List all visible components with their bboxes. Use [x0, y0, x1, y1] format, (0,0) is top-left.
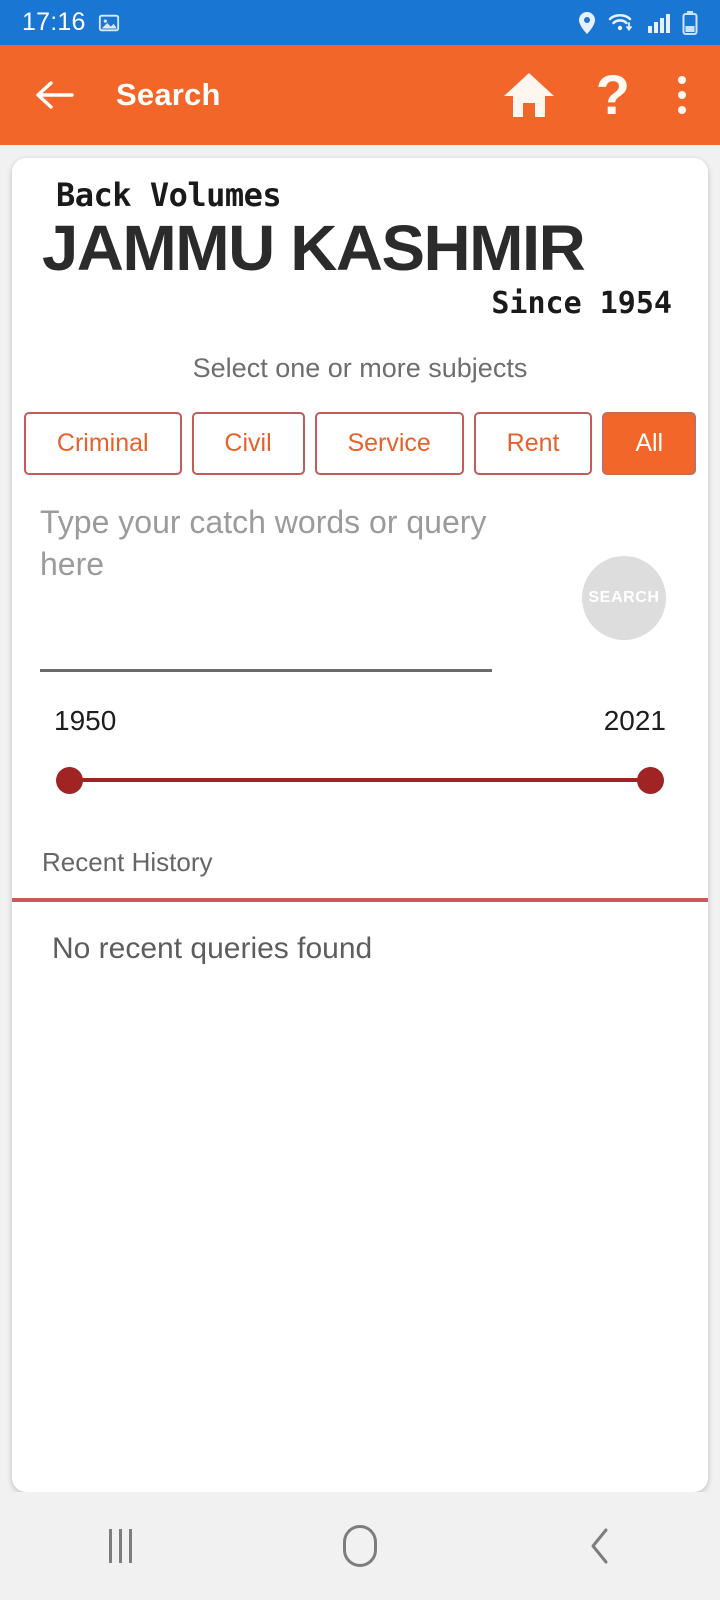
year-min-label: 1950: [54, 705, 117, 736]
subject-chip-group: Criminal Civil Service Rent All: [12, 412, 708, 475]
subject-chip-service[interactable]: Service: [314, 412, 464, 475]
battery-icon: [682, 10, 698, 35]
toolbar: Search ?: [0, 45, 720, 145]
app-logo: Back Volumes JAMMU KASHMIR Since 1954: [12, 158, 708, 321]
logo-line-since: Since 1954: [491, 286, 672, 321]
search-input[interactable]: [40, 501, 510, 621]
year-range-labels: 1950 2021: [40, 705, 680, 737]
subject-chip-civil[interactable]: Civil: [191, 412, 305, 475]
arrow-left-icon: [36, 81, 74, 109]
home-button[interactable]: [502, 70, 556, 120]
help-label: ?: [595, 63, 630, 126]
image-icon: [98, 14, 119, 31]
subject-chip-label: Rent: [506, 429, 560, 457]
logo-line-jammu-kashmir: JAMMU KASHMIR: [42, 212, 586, 284]
app-root: 17:16 Search ? Back Volumes JAMMU KASHMI…: [0, 0, 720, 1600]
nav-back-button[interactable]: [540, 1511, 660, 1581]
back-button[interactable]: [32, 72, 78, 118]
query-area: SEARCH: [40, 501, 680, 691]
chevron-left-icon: [591, 1528, 608, 1564]
recents-icon: [108, 1529, 132, 1563]
recent-history-empty-message: No recent queries found: [52, 932, 373, 965]
system-navigation-bar: [0, 1492, 720, 1600]
recent-history-divider: [12, 898, 708, 902]
nav-recents-button[interactable]: [60, 1511, 180, 1581]
search-input-underline: [40, 669, 492, 672]
subject-chip-label: Service: [347, 429, 431, 457]
subject-chip-criminal[interactable]: Criminal: [24, 412, 182, 475]
logo-line-back-volumes: Back Volumes: [56, 176, 282, 214]
more-vertical-icon: [670, 76, 694, 114]
status-bar-left: 17:16: [22, 8, 120, 37]
subject-chip-label: Civil: [224, 429, 272, 457]
search-button[interactable]: SEARCH: [582, 556, 666, 640]
home-icon: [503, 73, 554, 117]
toolbar-actions: ?: [502, 63, 694, 126]
slider-thumb-min[interactable]: [56, 767, 83, 794]
year-range-slider: 1950 2021: [40, 705, 680, 825]
search-button-label: SEARCH: [588, 589, 660, 606]
page-title: Search: [116, 77, 221, 112]
subject-chip-all[interactable]: All: [602, 412, 697, 475]
status-time: 17:16: [22, 8, 86, 36]
recent-history-title: Recent History: [42, 847, 213, 877]
search-card: Back Volumes JAMMU KASHMIR Since 1954 Se…: [12, 158, 708, 1492]
help-button[interactable]: ?: [595, 63, 630, 126]
slider-track: [68, 778, 652, 782]
status-bar: 17:16: [0, 0, 720, 45]
subjects-instruction: Select one or more subjects: [192, 353, 528, 383]
subject-chip-label: All: [635, 429, 664, 457]
subject-chip-label: Criminal: [56, 429, 149, 457]
status-bar-right: [577, 10, 698, 35]
slider-thumb-max[interactable]: [637, 767, 664, 794]
location-icon: [579, 11, 595, 34]
signal-icon: [648, 13, 670, 33]
nav-home-button[interactable]: [300, 1511, 420, 1581]
slider-rail-wrap[interactable]: [40, 765, 680, 795]
wifi-icon: [608, 13, 632, 31]
overflow-menu-button[interactable]: [670, 76, 694, 114]
year-max-label: 2021: [603, 705, 666, 736]
subject-chip-rent[interactable]: Rent: [473, 412, 593, 475]
home-square-icon: [343, 1525, 377, 1567]
